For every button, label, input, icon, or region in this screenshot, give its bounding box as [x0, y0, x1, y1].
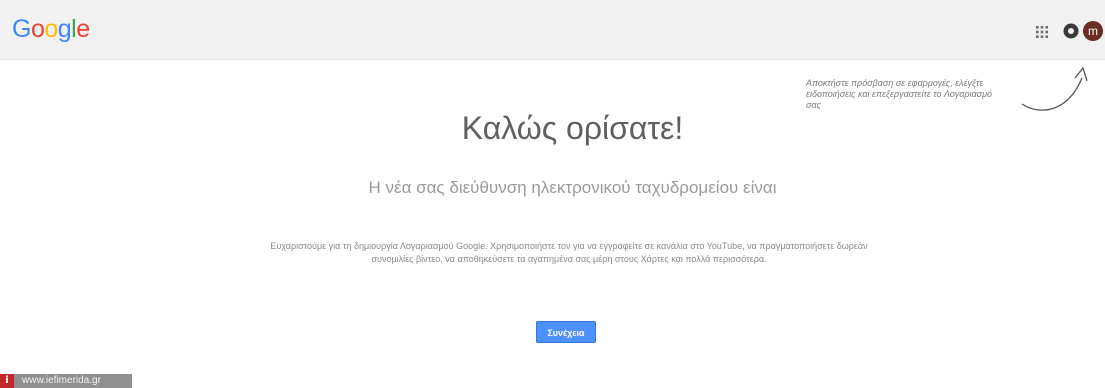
account-hint-text: Αποκτήστε πρόσβαση σε εφαρμογές, ελέγξτε… [806, 78, 993, 110]
new-email-line: Η νέα σας διεύθυνση ηλεκτρονικού ταχυδρο… [368, 178, 777, 197]
top-bar: Google m [0, 0, 1105, 60]
watermark-text: www.iefimerida.gr [14, 374, 132, 388]
logo-letter: g [57, 15, 72, 43]
logo-letter: o [30, 15, 45, 43]
continue-button[interactable]: Συνέχεια [536, 321, 596, 343]
welcome-title: Καλώς ορίσατε! [461, 110, 684, 146]
logo-letter: o [44, 15, 58, 43]
logo-letter: e [76, 15, 90, 43]
page: Google m Αποκτήστε πρόσβαση σε εφαρμογές… [0, 0, 1105, 388]
watermark: i www.iefimerida.gr [0, 374, 132, 388]
curved-arrow-icon [1021, 66, 1088, 111]
google-logo[interactable]: Google [12, 17, 90, 42]
logo-letter: G [12, 15, 31, 43]
avatar[interactable]: m [1083, 21, 1103, 41]
welcome-description: Ευχαριστούμε για τη δημιουργία Λογαριασμ… [270, 241, 868, 264]
notifications-icon[interactable] [1063, 23, 1079, 39]
apps-grid-icon[interactable] [1036, 26, 1048, 38]
watermark-badge-icon: i [0, 374, 14, 388]
